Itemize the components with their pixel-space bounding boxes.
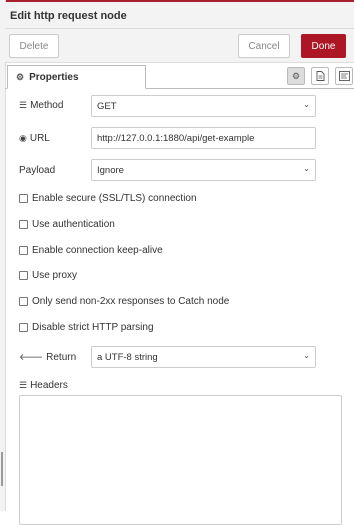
gear-icon: ⚙ [16,71,25,82]
method-value: GET [97,100,117,112]
url-label-text: URL [29,133,50,144]
tray-header: Edit http request node [5,2,354,29]
checkbox-label: Only send non-2xx responses to Catch nod… [32,296,230,307]
delete-button[interactable]: Delete [9,34,59,58]
headers-list[interactable] [19,395,342,525]
tab-properties[interactable]: ⚙ Properties [7,65,146,89]
checkbox-non-2xx[interactable]: Only send non-2xx responses to Catch nod… [19,296,229,307]
chevron-down-icon: ⌄ [303,351,310,360]
checkbox-label: Disable strict HTTP parsing [32,322,154,333]
checkbox-label: Enable secure (SSL/TLS) connection [32,193,197,204]
headers-label: ☰ Headers [19,380,68,391]
checkbox-box[interactable] [19,220,28,229]
checkbox-authentication[interactable]: Use authentication [19,219,115,230]
checkbox-box[interactable] [19,246,28,255]
url-label: ◉ URL [19,133,50,144]
tab-properties-label: Properties [29,71,79,83]
list-icon: ☰ [19,100,28,110]
done-button[interactable]: Done [301,34,346,58]
payload-label: Payload [19,165,55,176]
url-input[interactable]: http://127.0.0.1:1880/api/get-example [91,127,316,149]
globe-icon: ◉ [19,133,27,143]
headers-label-text: Headers [30,380,68,391]
return-value: a UTF-8 string [97,351,158,363]
arrow-left-icon: 🡐 [19,352,44,362]
method-label-text: Method [30,100,64,111]
return-select[interactable]: a UTF-8 string ⌄ [91,346,316,368]
appearance-icon[interactable] [335,67,353,85]
tray-title: Edit http request node [10,10,127,22]
checkbox-box[interactable] [19,271,28,280]
checkbox-keep-alive[interactable]: Enable connection keep-alive [19,245,163,256]
checkbox-label: Use authentication [32,219,115,230]
payload-select[interactable]: Ignore ⌄ [91,159,316,181]
payload-label-text: Payload [19,165,56,176]
cancel-button[interactable]: Cancel [238,34,290,58]
return-label-text: Return [46,352,77,363]
gear-icon[interactable]: ⚙ [287,67,305,85]
checkbox-box[interactable] [19,323,28,332]
payload-value: Ignore [97,164,124,176]
chevron-down-icon: ⌄ [303,164,310,173]
checkbox-strict-parsing[interactable]: Disable strict HTTP parsing [19,322,154,333]
method-label: ☰ Method [19,100,63,111]
resize-grip[interactable] [1,452,3,486]
checkbox-proxy[interactable]: Use proxy [19,270,77,281]
checkbox-label: Enable connection keep-alive [32,245,163,256]
checkbox-label: Use proxy [32,270,78,281]
chevron-down-icon: ⌄ [303,100,310,109]
list-icon: ☰ [19,380,28,390]
method-select[interactable]: GET ⌄ [91,95,316,117]
url-value: http://127.0.0.1:1880/api/get-example [97,132,255,144]
return-label: 🡐 Return [19,352,76,363]
checkbox-tls[interactable]: Enable secure (SSL/TLS) connection [19,193,197,204]
checkbox-box[interactable] [19,194,28,203]
file-icon[interactable] [311,67,329,85]
checkbox-box[interactable] [19,297,28,306]
